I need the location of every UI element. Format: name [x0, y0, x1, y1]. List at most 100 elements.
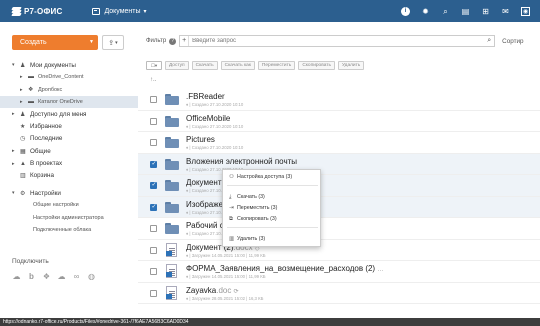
table-row[interactable]: .FBReader ♦ | Создано 27.10.2020 10:10	[138, 89, 540, 111]
sidebar-item-my-documents[interactable]: ▾ ♟ Мои документы	[0, 59, 138, 71]
more-icon[interactable]: …	[377, 267, 383, 273]
expand-right-icon[interactable]: ▸	[20, 87, 28, 93]
expand-right-icon[interactable]: ▸	[20, 74, 28, 80]
file-name[interactable]: OfficeMobile	[186, 114, 230, 123]
menu-item-delete[interactable]: ▥ Удалить (3)	[229, 234, 265, 244]
expand-down-icon[interactable]: ▾	[12, 62, 20, 68]
file-name[interactable]: Документ	[186, 178, 222, 187]
logo-text: Р7-ОФИС	[24, 6, 63, 16]
file-meta: ♦ | Загружен 28.05.2021 15:02 | 16,3 КБ	[186, 295, 264, 301]
module-switcher[interactable]: Документы ▾	[92, 7, 147, 15]
sidebar-item-common[interactable]: ▸ ▦ Общие	[0, 145, 138, 157]
chat-icon[interactable]: ▤	[461, 7, 470, 16]
row-checkbox[interactable]	[150, 225, 157, 232]
folder-icon	[165, 158, 179, 170]
logo[interactable]: Р7-ОФИС	[11, 6, 63, 16]
row-checkbox[interactable]	[150, 96, 157, 103]
logo-mark-icon	[11, 6, 22, 16]
search-input[interactable]	[189, 38, 480, 44]
file-name[interactable]: Изображе	[186, 200, 223, 209]
expand-right-icon[interactable]: ▸	[12, 148, 20, 154]
share-button[interactable]: Доступ	[165, 61, 189, 70]
search-icon[interactable]: ⌕	[487, 37, 491, 45]
download-as-button[interactable]: Скачать как	[220, 61, 255, 70]
box-icon[interactable]: b	[27, 272, 36, 281]
file-name[interactable]: Zayavka.doc ⟳	[186, 286, 239, 295]
sidebar-item-trash[interactable]: ▥ Корзина	[0, 170, 138, 182]
sync-icon[interactable]: ⟳	[234, 289, 239, 295]
row-checkbox[interactable]	[150, 181, 157, 189]
sidebar-item-dropbox[interactable]: ▸ ❖ Дропбокс	[0, 84, 138, 96]
file-meta: ♦ | Загружен 14.05.2021 15:00 | 11,99 КБ	[186, 252, 266, 258]
help-icon[interactable]: ?	[169, 37, 177, 45]
table-row[interactable]: OfficeMobile ♦ | Создано 27.10.2020 10:1…	[138, 111, 540, 132]
sidebar-item-favorites[interactable]: ★ Избранное	[0, 120, 138, 132]
sidebar-item-onedrive-content[interactable]: ▸ ▬ OneDrive_Content	[0, 71, 138, 83]
file-name[interactable]: .FBReader	[186, 92, 225, 101]
row-checkbox[interactable]	[150, 160, 157, 168]
expand-right-icon[interactable]: ▸	[12, 161, 20, 167]
sidebar-item-connected-clouds[interactable]: Подключенные облака	[0, 224, 138, 236]
sidebar-item-onedrive-catalog[interactable]: ▸ ▬ Каталог OneDrive	[0, 95, 138, 109]
row-checkbox[interactable]	[150, 246, 157, 254]
file-name[interactable]: Pictures	[186, 135, 215, 144]
sidebar-item-shared-with-me[interactable]: ▸ ♟ Доступно для меня	[0, 108, 138, 120]
sidebar-item-admin-settings[interactable]: Настройки администратора	[0, 212, 138, 224]
file-name[interactable]: ФОРМА_Заявления_на_возмещение_расходов (…	[186, 264, 383, 273]
table-row[interactable]: Вложения электронной почты ♦ | Создано 2…	[138, 153, 540, 175]
table-row[interactable]: Pictures ♦ | Создано 27.10.2020 10:10	[138, 132, 540, 154]
table-row[interactable]: Документ (2).docx ◇ ♦ | Загружен 14.05.2…	[138, 240, 540, 261]
projects-icon: ▲	[20, 160, 26, 167]
create-button[interactable]: Создать ▼	[12, 35, 98, 50]
move-button[interactable]: Переместить	[257, 61, 296, 70]
expand-right-icon[interactable]: ▸	[20, 99, 28, 105]
expand-right-icon[interactable]: ▸	[12, 111, 20, 117]
folder-icon	[165, 115, 179, 127]
folder-icon	[165, 223, 179, 234]
file-name[interactable]: Рабочий с	[186, 221, 224, 230]
table-row[interactable]: Изображе ♦ | Создано 27.10.2020 10:10	[138, 196, 540, 218]
file-name[interactable]: Вложения электронной почты	[186, 157, 297, 166]
menu-item-copy[interactable]: ⧉ Скопировать (3)	[229, 214, 277, 224]
row-checkbox[interactable]	[150, 268, 157, 275]
row-checkbox[interactable]	[150, 289, 157, 297]
cloud-icon[interactable]: ☁	[12, 272, 21, 281]
avatar[interactable]: ◉	[521, 6, 530, 16]
dropbox-icon[interactable]: ❖	[42, 272, 51, 281]
add-filter-icon[interactable]: +	[180, 36, 190, 46]
table-row[interactable]: Рабочий с ♦ | Создано 27.10.2020 10:10	[138, 218, 540, 240]
menu-item-move[interactable]: ⇥ Переместить (3)	[229, 203, 277, 213]
mail-icon[interactable]: ✉	[501, 7, 510, 16]
upload-button[interactable]: ⇪ ▾	[102, 35, 124, 50]
settings-icon[interactable]: ✹	[421, 7, 430, 16]
delete-button[interactable]: Удалить	[337, 61, 365, 70]
copy-button[interactable]: Скопировать	[298, 61, 335, 70]
row-checkbox[interactable]	[150, 139, 157, 146]
sidebar-item-recent[interactable]: ◷ Последние	[0, 133, 138, 145]
menu-item-download[interactable]: ⤓ Скачать (3)	[229, 192, 265, 202]
chevron-down-icon: ▾	[143, 8, 147, 15]
table-row[interactable]: Zayavka.doc ⟳ ♦ | Загружен 28.05.2021 15…	[138, 283, 540, 304]
sidebar-item-common-settings[interactable]: Общие настройки	[0, 199, 138, 211]
users-icon: ♟	[20, 111, 26, 118]
table-row[interactable]: Документ ♦ | Создано 27.10.2020 10:10	[138, 175, 540, 197]
parent-folder-link[interactable]: ↑..	[150, 77, 156, 83]
row-checkbox[interactable]	[150, 117, 157, 125]
onedrive-icon[interactable]: ☁	[57, 272, 66, 281]
menu-item-access-settings[interactable]: ⚇ Настройка доступа (3)	[229, 172, 292, 182]
select-all-checkbox[interactable]: ☐▾	[146, 61, 162, 70]
info-icon[interactable]: i	[401, 6, 410, 16]
table-row[interactable]: ФОРМА_Заявления_на_возмещение_расходов (…	[138, 261, 540, 283]
search-icon[interactable]: ⌕	[441, 7, 450, 16]
folder-icon	[165, 137, 179, 148]
row-checkbox[interactable]	[150, 203, 157, 211]
nextcloud-icon[interactable]: ∞	[72, 272, 81, 281]
sort-label[interactable]: Сортир	[502, 38, 523, 45]
download-button[interactable]: Скачать	[191, 61, 218, 70]
sidebar-item-projects[interactable]: ▸ ▲ В проектах	[0, 157, 138, 169]
webdav-icon[interactable]: ◍	[87, 272, 96, 281]
gear-icon: ⚙	[20, 190, 26, 197]
sidebar-item-settings[interactable]: ▾ ⚙ Настройки	[0, 187, 138, 199]
expand-down-icon[interactable]: ▾	[12, 190, 20, 196]
grid-icon[interactable]: ⊞	[481, 7, 490, 16]
